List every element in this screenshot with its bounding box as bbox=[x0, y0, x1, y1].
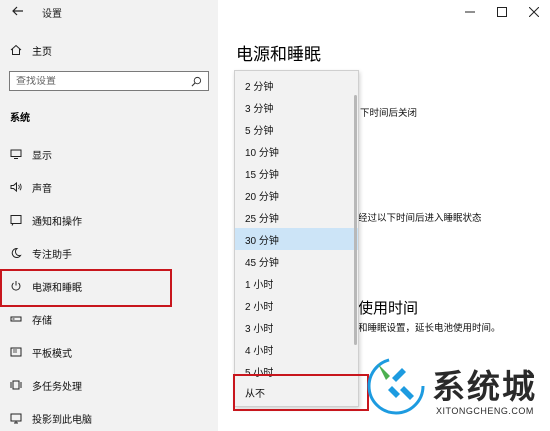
watermark-domain: XITONGCHENG.COM bbox=[436, 406, 534, 416]
dropdown-option[interactable]: 45 分钟 bbox=[235, 250, 358, 272]
dropdown-option[interactable]: 4 小时 bbox=[235, 338, 358, 360]
sidebar-item-display[interactable]: 显示 bbox=[10, 144, 210, 164]
app-title: 设置 bbox=[42, 9, 62, 20]
sidebar-item-label: 平板模式 bbox=[32, 348, 72, 360]
watermark-logo-icon bbox=[367, 357, 425, 415]
dropdown-option[interactable]: 2 小时 bbox=[235, 294, 358, 316]
storage-icon bbox=[10, 316, 22, 322]
dropdown-option[interactable]: 3 小时 bbox=[235, 316, 358, 338]
search-icon[interactable] bbox=[191, 76, 202, 87]
battery-section-heading: 使用时间 bbox=[358, 300, 419, 317]
notification-icon bbox=[10, 215, 22, 226]
moon-icon bbox=[11, 247, 22, 258]
multitask-icon bbox=[10, 380, 22, 390]
close-icon bbox=[529, 7, 539, 17]
home-icon bbox=[10, 44, 22, 55]
screen-off-label: 下时间后关闭 bbox=[360, 108, 418, 119]
sidebar-item-label: 专注助手 bbox=[32, 249, 72, 261]
dropdown-option[interactable]: 5 分钟 bbox=[235, 118, 358, 140]
battery-description: 和睡眠设置，延长电池使用时间。 bbox=[358, 323, 501, 334]
title-bar: 设置 bbox=[0, 0, 218, 24]
dropdown-option-selected[interactable]: 30 分钟 bbox=[235, 228, 358, 250]
dropdown-option[interactable]: 10 分钟 bbox=[235, 140, 358, 162]
watermark-text: 系统城 bbox=[432, 367, 537, 406]
highlight-box-power-sleep bbox=[0, 269, 172, 307]
sidebar-item-label: 通知和操作 bbox=[32, 216, 82, 228]
sidebar-item-label: 显示 bbox=[32, 150, 52, 162]
dropdown-option[interactable]: 20 分钟 bbox=[235, 184, 358, 206]
sidebar-item-notifications[interactable]: 通知和操作 bbox=[10, 210, 210, 230]
dropdown-option[interactable]: 3 分钟 bbox=[235, 96, 358, 118]
highlight-box-never bbox=[233, 374, 369, 411]
sleep-time-dropdown-list[interactable]: 2 分钟 3 分钟 5 分钟 10 分钟 15 分钟 20 分钟 25 分钟 3… bbox=[234, 70, 359, 407]
minimize-button[interactable] bbox=[454, 0, 486, 24]
maximize-button[interactable] bbox=[486, 0, 518, 24]
sidebar-item-sound[interactable]: 声音 bbox=[10, 177, 210, 197]
sidebar-item-project[interactable]: 投影到此电脑 bbox=[10, 408, 210, 428]
sidebar-item-label: 声音 bbox=[32, 183, 52, 195]
sidebar-item-home[interactable]: 主页 bbox=[10, 40, 210, 60]
close-button[interactable] bbox=[518, 0, 550, 24]
sidebar: 设置 主页 系统 显示 声音 通知和操作 专注助手 电源和睡眠 存储 bbox=[0, 0, 218, 431]
window-controls bbox=[454, 0, 550, 24]
dropdown-scrollbar[interactable] bbox=[354, 95, 357, 345]
sidebar-item-focus-assist[interactable]: 专注助手 bbox=[10, 243, 210, 263]
section-title: 系统 bbox=[10, 113, 30, 124]
sidebar-item-label: 多任务处理 bbox=[32, 381, 82, 393]
sleep-label: 经过以下时间后进入睡眠状态 bbox=[358, 213, 482, 224]
dropdown-option[interactable]: 25 分钟 bbox=[235, 206, 358, 228]
dropdown-option[interactable]: 15 分钟 bbox=[235, 162, 358, 184]
minimize-icon bbox=[465, 11, 475, 13]
sidebar-item-label: 投影到此电脑 bbox=[32, 414, 92, 426]
sidebar-item-storage[interactable]: 存储 bbox=[10, 309, 210, 329]
tablet-icon bbox=[10, 347, 22, 357]
dropdown-option[interactable]: 1 小时 bbox=[235, 272, 358, 294]
back-arrow-icon[interactable] bbox=[10, 3, 26, 19]
sidebar-item-label: 存储 bbox=[32, 315, 52, 327]
sidebar-item-multitasking[interactable]: 多任务处理 bbox=[10, 375, 210, 395]
watermark: 系统城 XITONGCHENG.COM bbox=[360, 350, 550, 431]
sidebar-item-tablet-mode[interactable]: 平板模式 bbox=[10, 342, 210, 362]
project-icon bbox=[10, 413, 22, 424]
search-box[interactable] bbox=[9, 71, 209, 91]
monitor-icon bbox=[10, 149, 22, 159]
dropdown-option[interactable]: 2 分钟 bbox=[235, 74, 358, 96]
speaker-icon bbox=[10, 181, 22, 193]
search-input[interactable] bbox=[10, 75, 186, 87]
page-title: 电源和睡眠 bbox=[236, 45, 321, 64]
sidebar-item-label: 主页 bbox=[32, 46, 52, 58]
maximize-icon bbox=[497, 7, 507, 17]
